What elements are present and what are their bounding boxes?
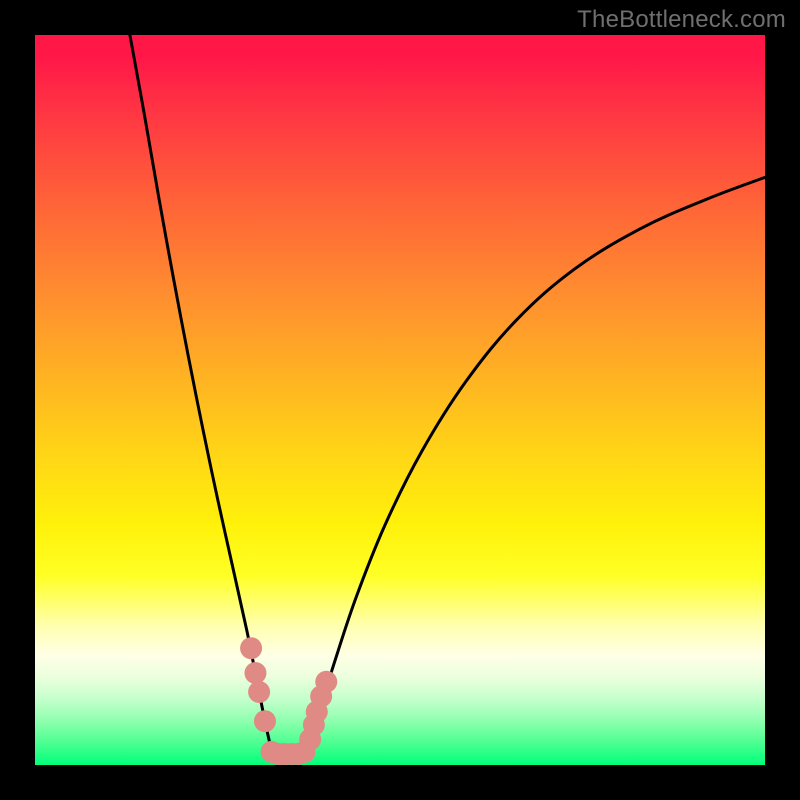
marker-dot (240, 637, 262, 659)
plot-area (35, 35, 765, 765)
chart-frame: TheBottleneck.com (0, 0, 800, 800)
watermark-text: TheBottleneck.com (577, 6, 786, 34)
curve-right (305, 177, 765, 754)
chart-svg (35, 35, 765, 765)
marker-dot (244, 662, 266, 684)
marker-dot (315, 671, 337, 693)
marker-dot (248, 681, 270, 703)
highlight-markers (240, 637, 337, 765)
marker-dot (254, 710, 276, 732)
